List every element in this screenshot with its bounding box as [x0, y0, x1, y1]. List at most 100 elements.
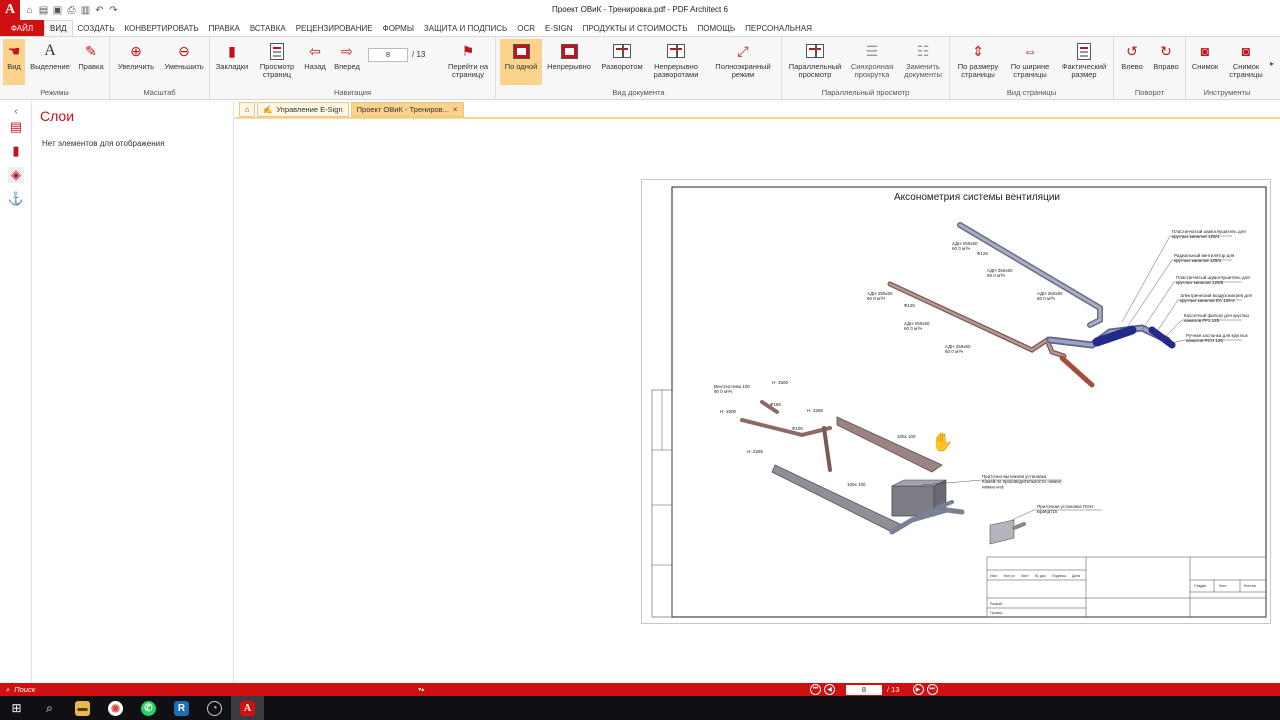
- scan-icon[interactable]: ▥: [80, 5, 91, 16]
- back-button[interactable]: ⇦ Назад: [302, 39, 328, 85]
- stamp-1: Изм: [990, 574, 997, 578]
- group-page-view: ⇕ По размеру страницы ⇔ По ширине страницы…: [950, 37, 1114, 99]
- revit-icon[interactable]: R: [165, 696, 198, 720]
- menu-ocr[interactable]: OCR: [512, 20, 540, 36]
- anchor-icon[interactable]: ⚓: [8, 191, 24, 207]
- stamp-3: Лист: [1021, 574, 1029, 578]
- continuous-spread-button[interactable]: Непрерывно разворотами: [650, 39, 702, 85]
- snapshot-button[interactable]: ◙ Снимок: [1188, 39, 1222, 85]
- chrome-icon[interactable]: ◉: [99, 696, 132, 720]
- drawing-title: Аксонометрия системы вентиляции: [894, 192, 1060, 203]
- tab-esign[interactable]: ✍ Управление E-Sign: [257, 101, 349, 117]
- pdf-architect-icon[interactable]: A: [231, 696, 264, 720]
- replace-icon: ☷: [916, 43, 930, 59]
- document-tabs: ⌂ ✍ Управление E-Sign Проект ОВиК - Трени…: [235, 101, 1280, 119]
- tab-document[interactable]: Проект ОВиК - Трениров... ×: [350, 101, 464, 117]
- menu-convert[interactable]: КОНВЕРТИРОВАТЬ: [119, 20, 203, 36]
- menu-file[interactable]: ФАЙЛ: [0, 20, 44, 36]
- group-label-modes: Режимы: [40, 88, 69, 97]
- menu-esign[interactable]: E-SIGN: [540, 20, 578, 36]
- menu-forms[interactable]: ФОРМЫ: [378, 20, 419, 36]
- redo-icon[interactable]: ↷: [108, 5, 119, 16]
- spread-button[interactable]: Разворотом: [598, 39, 646, 85]
- folder-open-icon[interactable]: ▤: [38, 5, 49, 16]
- home-tab[interactable]: ⌂: [239, 101, 255, 117]
- label-11: Н- 2500: [720, 409, 737, 414]
- menu-create[interactable]: СОЗДАТЬ: [73, 20, 120, 36]
- windows-start-icon[interactable]: ⊞: [0, 696, 33, 720]
- hand-icon: ☚: [7, 43, 21, 59]
- menu-products[interactable]: ПРОДУКТЫ И СТОИМОСТЬ: [578, 20, 693, 36]
- menu-protect[interactable]: ЗАЩИТА И ПОДПИСЬ: [419, 20, 512, 36]
- taskbar-search-icon[interactable]: ⌕: [33, 696, 66, 720]
- page-snapshot-button[interactable]: ◙ Снимок страницы: [1226, 39, 1266, 85]
- stamp-8: Лист: [1219, 584, 1227, 588]
- file-explorer-icon[interactable]: ▬: [66, 696, 99, 720]
- app-circle-icon[interactable]: ◔: [198, 696, 231, 720]
- search-options-icon[interactable]: ▾▴: [418, 686, 424, 693]
- label-10: Н- 2500: [772, 380, 789, 385]
- thumbnails-icon[interactable]: ▤: [8, 119, 24, 135]
- fullscreen-button[interactable]: ⤢ Полноэкранный режим: [710, 39, 776, 85]
- first-page-icon[interactable]: ⏮: [810, 684, 821, 695]
- app-logo-icon[interactable]: A: [0, 0, 20, 20]
- single-page-button[interactable]: По одной: [500, 39, 542, 85]
- search-input[interactable]: [14, 684, 415, 695]
- menu-insert[interactable]: ВСТАВКА: [245, 20, 291, 36]
- esign-icon: ✍: [263, 104, 273, 114]
- view-mode-button[interactable]: ☚ Вид: [3, 39, 25, 85]
- stamp-5: Подпись: [1052, 574, 1066, 578]
- sync-scroll-button[interactable]: ☰ Синхронная прокрутка: [848, 39, 896, 85]
- actual-size-button[interactable]: Фактический размер: [1058, 39, 1110, 85]
- status-page-input[interactable]: 8: [846, 684, 882, 695]
- pdf-page[interactable]: Аксонометрия системы вентиляции Пластинч…: [641, 179, 1271, 624]
- save-icon[interactable]: ▣: [52, 5, 63, 16]
- zoom-out-button[interactable]: ⊖ Уменьшить: [162, 39, 206, 85]
- menu-view[interactable]: ВИД: [44, 20, 73, 36]
- taskbar: ⊞ ⌕ ▬ ◉ ✆ R ◔ A: [0, 696, 1280, 720]
- menu-edit[interactable]: ПРАВКА: [204, 20, 245, 36]
- group-zoom: ⊕ Увеличить ⊖ Уменьшить Масштаб: [110, 37, 210, 99]
- page-number-input[interactable]: 8: [368, 48, 408, 62]
- ribbon-scroll-right-icon[interactable]: ▸: [1270, 59, 1274, 68]
- callout-2: Радиальный вентилятор для круглых каналов…: [1174, 252, 1235, 263]
- whatsapp-icon[interactable]: ✆: [132, 696, 165, 720]
- menu-help[interactable]: ПОМОЩЬ: [693, 20, 741, 36]
- continuous-icon: [560, 42, 578, 60]
- layers-icon[interactable]: ◈: [8, 167, 24, 183]
- bookmarks-button[interactable]: ▮ Закладки: [214, 39, 250, 85]
- rotate-right-button[interactable]: ↻ Вправо: [1150, 39, 1182, 85]
- fit-width-button[interactable]: ⇔ По ширине страницы: [1006, 39, 1054, 85]
- forward-button[interactable]: ⇨ Вперед: [332, 39, 362, 85]
- page-preview-button[interactable]: Просмотр страниц: [254, 39, 300, 85]
- status-bar: ⌕ ▾▴ ⏮ ◀ 8 / 13 ▶ ⏭: [0, 683, 1280, 696]
- continuous-button[interactable]: Непрерывно: [546, 39, 592, 85]
- undo-icon[interactable]: ↶: [94, 5, 105, 16]
- last-page-icon[interactable]: ⏭: [926, 684, 938, 695]
- collapse-panel-icon[interactable]: ‹: [8, 103, 24, 119]
- parallel-view-button[interactable]: Параллельный просмотр: [786, 39, 844, 85]
- zoom-in-button[interactable]: ⊕ Увеличить: [116, 39, 156, 85]
- rotate-left-button[interactable]: ↺ Влево: [1118, 39, 1146, 85]
- fit-width-icon: ⇔: [1023, 43, 1037, 59]
- select-mode-button[interactable]: A Выделение: [28, 39, 72, 85]
- bookmarks-panel-icon[interactable]: ▮: [8, 143, 24, 159]
- menu-review[interactable]: РЕЦЕНЗИРОВАНИЕ: [291, 20, 378, 36]
- group-modes: ☚ Вид A Выделение ✎ Правка Режимы: [0, 37, 110, 99]
- replace-docs-button[interactable]: ☷ Заменить документы: [900, 39, 946, 85]
- home-icon[interactable]: ⌂: [24, 5, 35, 16]
- prev-page-icon[interactable]: ◀: [824, 684, 835, 695]
- fit-page-button[interactable]: ⇕ По размеру страницы: [954, 39, 1002, 85]
- print-icon[interactable]: ⎙: [66, 5, 77, 16]
- group-label-zoom: Масштаб: [143, 88, 176, 97]
- group-label-rotate: Поворот: [1134, 88, 1165, 97]
- close-tab-icon[interactable]: ×: [453, 105, 458, 114]
- menu-personal[interactable]: ПЕРСОНАЛЬНАЯ: [740, 20, 817, 36]
- edit-mode-button[interactable]: ✎ Правка: [76, 39, 106, 85]
- arrow-right-icon: ⇨: [341, 43, 353, 59]
- left-sidebar: ‹ ▤ ▮ ◈ ⚓: [0, 101, 32, 683]
- group-document-view: По одной Непрерывно Разворотом Непрерывн…: [496, 37, 782, 99]
- stamp-2: Кол уч: [1004, 574, 1015, 578]
- next-page-icon[interactable]: ▶: [912, 684, 924, 695]
- goto-page-button[interactable]: ⚑ Перейти на страницу: [444, 39, 492, 85]
